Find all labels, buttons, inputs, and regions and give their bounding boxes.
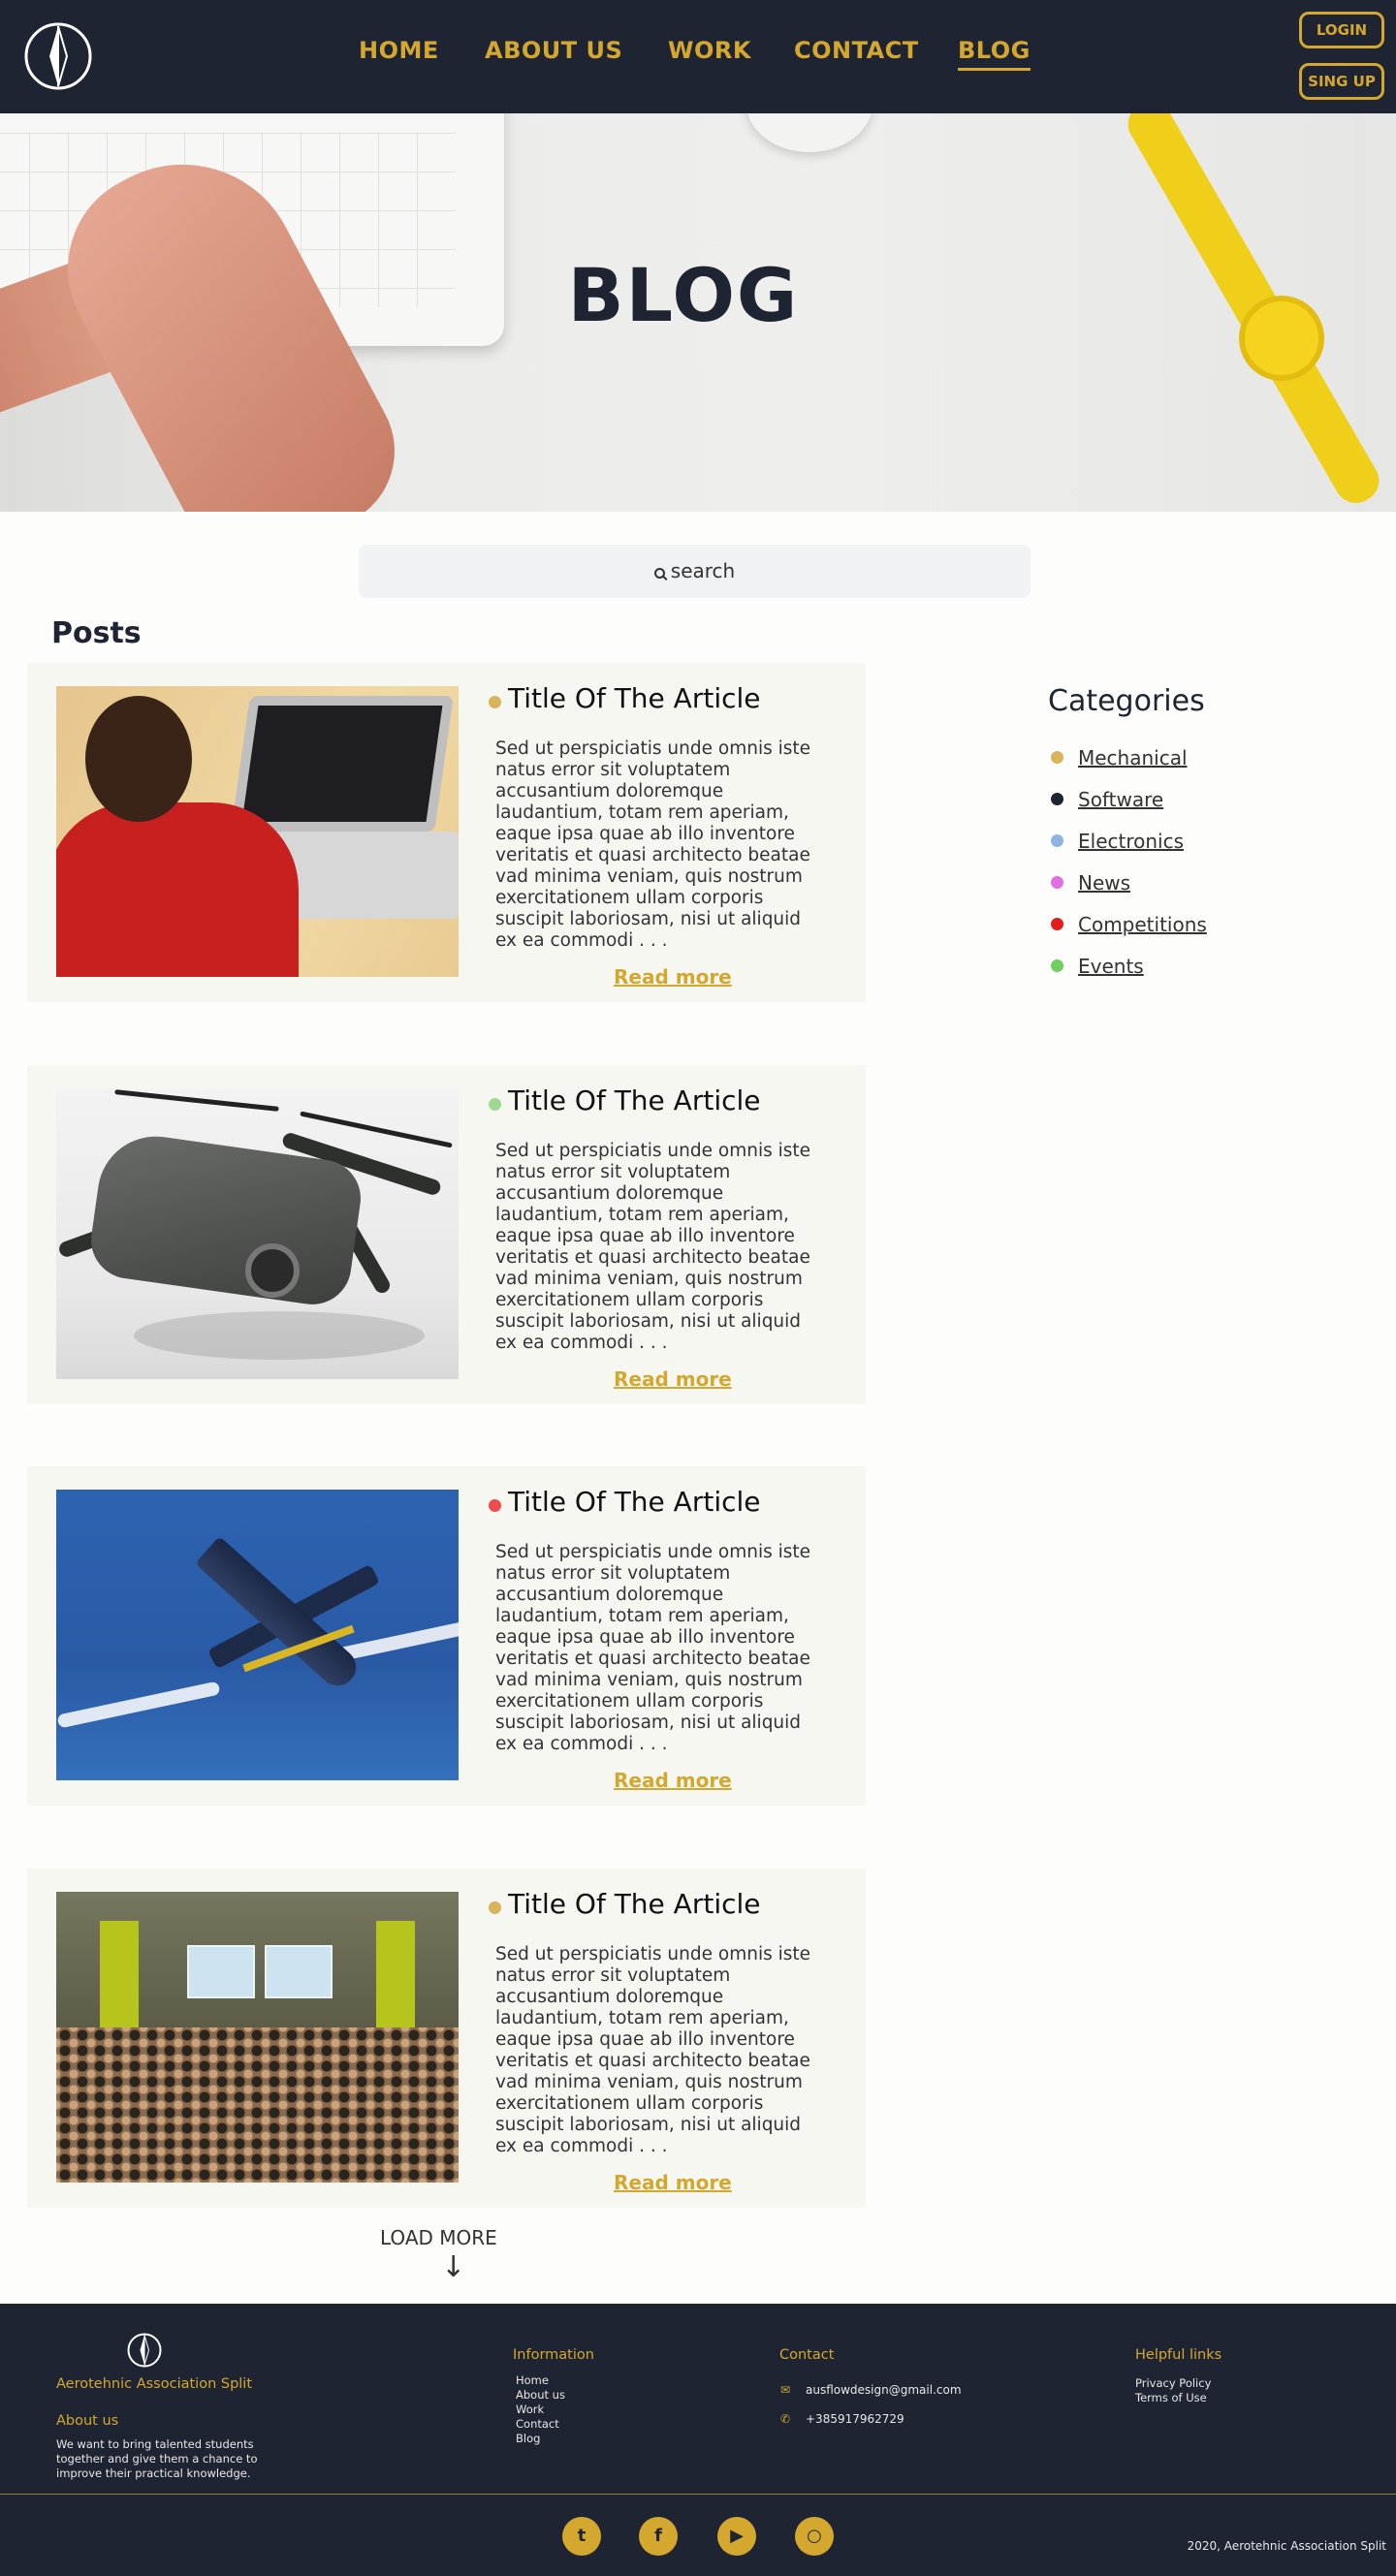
signup-button[interactable]: SING UP bbox=[1299, 63, 1384, 100]
post-image-person-laptop[interactable] bbox=[56, 686, 459, 977]
category-mechanical[interactable]: Mechanical bbox=[1051, 746, 1188, 770]
category-dot bbox=[489, 1098, 501, 1111]
category-dot bbox=[1051, 959, 1063, 972]
phone-icon: ✆ bbox=[780, 2412, 791, 2426]
footer-link-about-us[interactable]: About us bbox=[516, 2388, 565, 2402]
read-more-link[interactable]: Read more bbox=[614, 1769, 732, 1792]
page-title: BLOG bbox=[567, 252, 800, 338]
post-card: Title Of The Article Sed ut perspiciatis… bbox=[27, 663, 866, 1002]
categories-heading: Categories bbox=[1048, 684, 1205, 718]
category-label[interactable]: Software bbox=[1078, 788, 1163, 811]
nav-blog[interactable]: BLOG bbox=[958, 37, 1031, 71]
category-competitions[interactable]: Competitions bbox=[1051, 913, 1207, 936]
post-excerpt: Sed ut perspiciatis unde omnis iste natu… bbox=[495, 1141, 811, 1353]
compass-logo-icon[interactable] bbox=[126, 2333, 163, 2368]
footer-information-heading: Information bbox=[513, 2347, 594, 2363]
category-software[interactable]: Software bbox=[1051, 788, 1163, 811]
phone-text[interactable]: +385917962729 bbox=[806, 2412, 904, 2426]
youtube-icon[interactable]: ▶ bbox=[717, 2517, 756, 2556]
category-label[interactable]: Competitions bbox=[1078, 913, 1207, 936]
email-text[interactable]: ausflowdesign@gmail.com bbox=[806, 2383, 962, 2397]
twitter-icon[interactable]: t bbox=[562, 2517, 601, 2556]
category-dot bbox=[489, 696, 501, 708]
read-more-link[interactable]: Read more bbox=[614, 2171, 732, 2194]
nav-home[interactable]: HOME bbox=[359, 37, 439, 64]
post-excerpt: Sed ut perspiciatis unde omnis iste natu… bbox=[495, 1542, 811, 1754]
post-title[interactable]: Title Of The Article bbox=[508, 1084, 761, 1116]
category-dot bbox=[1051, 793, 1063, 805]
nav-contact[interactable]: CONTACT bbox=[794, 37, 919, 64]
search-placeholder: search bbox=[670, 559, 736, 582]
footer-link-work[interactable]: Work bbox=[516, 2403, 544, 2416]
category-electronics[interactable]: Electronics bbox=[1051, 830, 1184, 853]
nav-about-us[interactable]: ABOUT US bbox=[485, 37, 622, 64]
footer-contact-heading: Contact bbox=[779, 2347, 835, 2363]
hero-banner: BLOG bbox=[0, 113, 1396, 512]
category-news[interactable]: News bbox=[1051, 871, 1130, 895]
footer-link-contact[interactable]: Contact bbox=[516, 2417, 559, 2431]
category-label[interactable]: News bbox=[1078, 871, 1130, 895]
post-card: Title Of The Article Sed ut perspiciatis… bbox=[27, 1869, 866, 2208]
search-icon bbox=[653, 568, 665, 579]
login-button[interactable]: LOGIN bbox=[1299, 12, 1384, 48]
category-label[interactable]: Electronics bbox=[1078, 830, 1184, 853]
post-title[interactable]: Title Of The Article bbox=[508, 1888, 761, 1920]
category-dot bbox=[489, 1901, 501, 1914]
footer-brand: Aerotehnic Association Split bbox=[56, 2376, 253, 2392]
post-excerpt: Sed ut perspiciatis unde omnis iste natu… bbox=[495, 738, 811, 951]
instagram-icon[interactable]: ○ bbox=[795, 2517, 834, 2556]
post-card: Title Of The Article Sed ut perspiciatis… bbox=[27, 1065, 866, 1404]
mail-icon: ✉ bbox=[780, 2383, 791, 2397]
search-input[interactable]: search bbox=[359, 545, 1031, 598]
post-excerpt: Sed ut perspiciatis unde omnis iste natu… bbox=[495, 1944, 811, 2156]
category-dot bbox=[1051, 751, 1063, 764]
footer-link-blog[interactable]: Blog bbox=[516, 2432, 540, 2445]
site-footer: Aerotehnic Association Split About us We… bbox=[0, 2304, 1396, 2576]
post-image-lecture-hall[interactable] bbox=[56, 1892, 459, 2183]
category-label[interactable]: Mechanical bbox=[1078, 746, 1188, 770]
footer-helpful-heading: Helpful links bbox=[1135, 2347, 1222, 2363]
footer-email[interactable]: ✉ ausflowdesign@gmail.com bbox=[780, 2383, 962, 2397]
footer-link-terms[interactable]: Terms of Use bbox=[1135, 2391, 1207, 2404]
footer-about-heading: About us bbox=[56, 2413, 119, 2429]
category-dot bbox=[1051, 834, 1063, 847]
read-more-link[interactable]: Read more bbox=[614, 965, 732, 989]
site-header: HOME ABOUT US WORK CONTACT BLOG LOGIN SI… bbox=[0, 0, 1396, 113]
posts-heading: Posts bbox=[51, 616, 142, 650]
footer-link-home[interactable]: Home bbox=[516, 2373, 549, 2387]
copyright: 2020, Aerotehnic Association Split bbox=[1187, 2539, 1386, 2553]
post-image-drone[interactable] bbox=[56, 1088, 459, 1379]
post-card: Title Of The Article Sed ut perspiciatis… bbox=[27, 1466, 866, 1806]
category-dot bbox=[1051, 918, 1063, 930]
footer-phone[interactable]: ✆ +385917962729 bbox=[780, 2412, 904, 2426]
post-title[interactable]: Title Of The Article bbox=[508, 1486, 761, 1518]
post-title[interactable]: Title Of The Article bbox=[508, 682, 761, 714]
main-nav: HOME ABOUT US WORK CONTACT BLOG bbox=[0, 37, 1396, 76]
read-more-link[interactable]: Read more bbox=[614, 1367, 732, 1391]
facebook-icon[interactable]: f bbox=[639, 2517, 678, 2556]
footer-about-text: We want to bring talented students toget… bbox=[56, 2437, 258, 2480]
category-events[interactable]: Events bbox=[1051, 955, 1144, 978]
category-label[interactable]: Events bbox=[1078, 955, 1144, 978]
nav-work[interactable]: WORK bbox=[668, 37, 751, 64]
category-dot bbox=[489, 1499, 501, 1512]
arrow-down-icon[interactable]: ↓ bbox=[441, 2253, 465, 2282]
footer-divider bbox=[0, 2494, 1396, 2495]
mouse-image bbox=[746, 113, 872, 152]
post-image-jet[interactable] bbox=[56, 1490, 459, 1780]
load-more-button[interactable]: LOAD MORE bbox=[380, 2226, 497, 2249]
footer-link-privacy[interactable]: Privacy Policy bbox=[1135, 2376, 1211, 2390]
category-dot bbox=[1051, 876, 1063, 889]
